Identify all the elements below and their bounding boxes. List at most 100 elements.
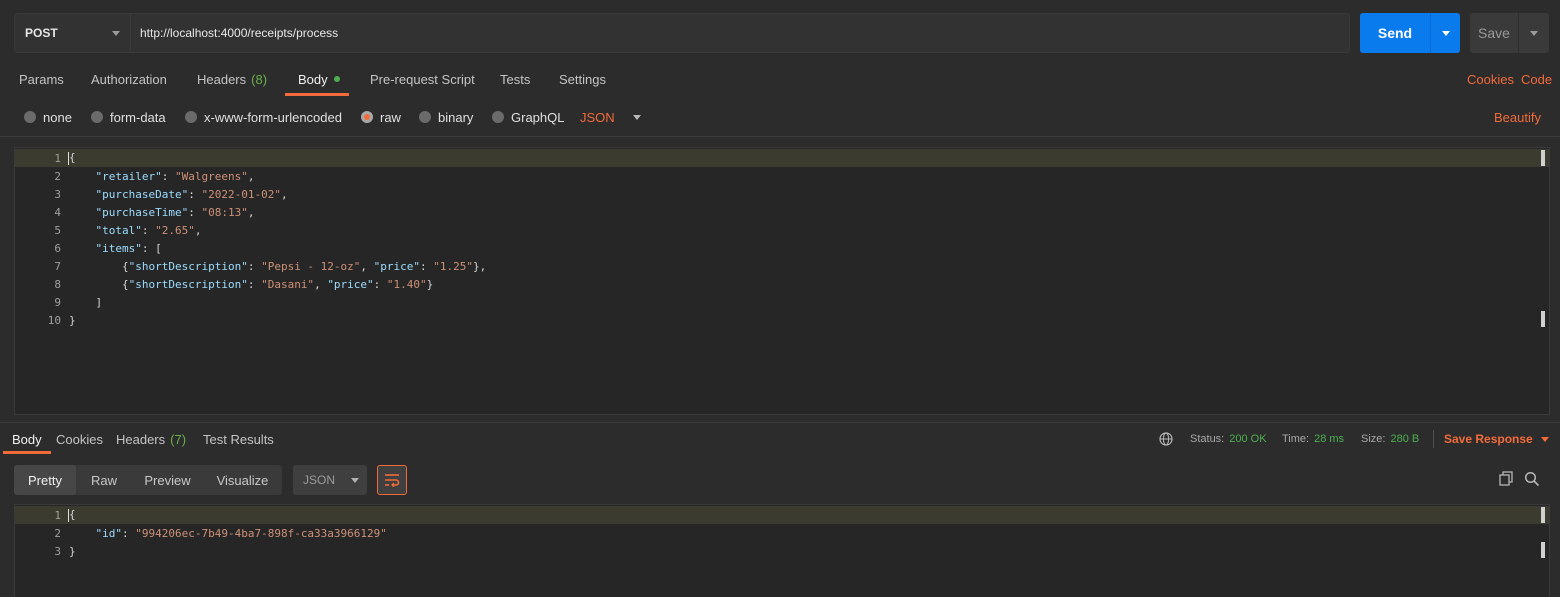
tab-params[interactable]: Params bbox=[19, 62, 64, 96]
json-key: "retailer" bbox=[95, 169, 162, 183]
headers-count: (8) bbox=[251, 71, 268, 87]
wrap-lines-icon bbox=[385, 474, 400, 487]
json-key: "shortDescription" bbox=[128, 277, 248, 291]
line-number: 5 bbox=[54, 223, 61, 237]
radio-selected-icon bbox=[361, 111, 373, 123]
line-number: 6 bbox=[54, 241, 61, 255]
response-tab-headers-label: Headers bbox=[116, 431, 166, 447]
response-view-modes: Pretty Raw Preview Visualize bbox=[14, 465, 282, 495]
radio-graphql-label: GraphQL bbox=[511, 109, 565, 125]
radio-form-data[interactable]: form-data bbox=[91, 103, 166, 131]
line-number: 9 bbox=[54, 295, 61, 309]
save-response-button[interactable]: Save Response bbox=[1444, 424, 1549, 454]
view-visualize-button[interactable]: Visualize bbox=[203, 465, 282, 495]
line-number: 8 bbox=[54, 277, 61, 291]
chevron-down-icon bbox=[112, 30, 120, 36]
code-line: { bbox=[68, 151, 76, 165]
modified-dot-icon bbox=[333, 76, 340, 82]
response-tab-headers[interactable]: Headers (7) bbox=[116, 424, 186, 454]
json-value: "Walgreens" bbox=[174, 169, 248, 183]
json-key: "price" bbox=[327, 277, 374, 291]
radio-circle-icon bbox=[24, 111, 36, 123]
tab-headers[interactable]: Headers (8) bbox=[197, 62, 267, 96]
tab-settings[interactable]: Settings bbox=[559, 62, 606, 96]
radio-circle-icon bbox=[492, 111, 504, 123]
radio-circle-icon bbox=[91, 111, 103, 123]
response-tab-cookies[interactable]: Cookies bbox=[56, 424, 103, 454]
tab-prerequest-script[interactable]: Pre-request Script bbox=[370, 62, 475, 96]
status-value: 200 OK bbox=[1229, 433, 1267, 445]
code-line: "purchaseDate": "2022-01-02", bbox=[95, 187, 288, 201]
code-line: "purchaseTime": "08:13", bbox=[95, 205, 255, 219]
scrollbar-thumb[interactable] bbox=[1541, 150, 1545, 166]
line-number: 3 bbox=[54, 544, 61, 558]
time-label: Time: bbox=[1282, 433, 1310, 445]
code-line: "items": [ bbox=[95, 241, 162, 255]
body-type-options: none form-data x-www-form-urlencoded raw… bbox=[0, 103, 1560, 131]
beautify-button[interactable]: Beautify bbox=[1494, 103, 1541, 131]
radio-none[interactable]: none bbox=[24, 103, 72, 131]
json-key: "purchaseTime" bbox=[95, 205, 189, 219]
time-value: 28 ms bbox=[1314, 433, 1345, 445]
request-body-editor[interactable]: 1 { 2 "retailer": "Walgreens", 3 "purchas… bbox=[14, 147, 1550, 415]
tab-headers-label: Headers bbox=[197, 71, 247, 87]
response-headers-count: (7) bbox=[170, 431, 187, 447]
send-button[interactable]: Send bbox=[1360, 13, 1430, 53]
radio-none-label: none bbox=[43, 109, 72, 125]
chevron-down-icon bbox=[632, 114, 641, 120]
radio-raw[interactable]: raw bbox=[361, 103, 401, 131]
json-key: "price" bbox=[373, 259, 421, 273]
response-tab-body[interactable]: Body bbox=[3, 424, 51, 454]
url-input[interactable]: http://localhost:4000/receipts/process bbox=[131, 14, 1349, 52]
json-value: "2.65" bbox=[155, 223, 195, 237]
line-number: 2 bbox=[54, 526, 61, 540]
radio-graphql[interactable]: GraphQL bbox=[492, 103, 564, 131]
json-value: "Dasani" bbox=[261, 277, 315, 291]
response-body-viewer[interactable]: 1 { 2 "id": "994206ec-7b49-4ba7-898f-ca33… bbox=[14, 504, 1550, 597]
text-cursor bbox=[68, 151, 69, 165]
tab-body-label: Body bbox=[298, 71, 328, 87]
response-format-label: JSON bbox=[303, 473, 336, 487]
view-raw-button[interactable]: Raw bbox=[76, 465, 132, 495]
body-format-label: JSON bbox=[580, 109, 615, 125]
body-format-select[interactable]: JSON bbox=[580, 103, 641, 131]
json-value: "1.40" bbox=[386, 277, 427, 291]
response-time: Time: 28 ms bbox=[1282, 424, 1344, 454]
json-key: "id" bbox=[95, 526, 123, 540]
cookies-link[interactable]: Cookies bbox=[1467, 62, 1514, 96]
scrollbar-thumb[interactable] bbox=[1541, 507, 1545, 523]
code-line: { bbox=[68, 508, 76, 522]
radio-binary[interactable]: binary bbox=[419, 103, 473, 131]
method-select[interactable]: POST bbox=[15, 14, 131, 52]
save-button[interactable]: Save bbox=[1470, 13, 1518, 53]
response-tab-test-results[interactable]: Test Results bbox=[203, 424, 274, 454]
chevron-down-icon bbox=[1530, 30, 1538, 36]
wrap-lines-button[interactable] bbox=[377, 465, 407, 495]
code-link[interactable]: Code bbox=[1521, 62, 1552, 96]
tab-tests[interactable]: Tests bbox=[500, 62, 530, 96]
response-format-select[interactable]: JSON bbox=[293, 465, 367, 495]
radio-urlencoded[interactable]: x-www-form-urlencoded bbox=[185, 103, 342, 131]
send-options-button[interactable] bbox=[1430, 13, 1460, 53]
line-number: 1 bbox=[54, 151, 61, 165]
code-line: ] bbox=[69, 295, 103, 309]
request-url-bar: POST http://localhost:4000/receipts/proc… bbox=[14, 13, 1350, 53]
tab-body[interactable]: Body bbox=[285, 62, 349, 96]
copy-icon[interactable] bbox=[1498, 471, 1514, 487]
globe-icon[interactable] bbox=[1159, 432, 1173, 446]
save-options-button[interactable] bbox=[1518, 13, 1549, 53]
view-pretty-button[interactable]: Pretty bbox=[14, 465, 76, 495]
response-size: Size: 280 B bbox=[1361, 424, 1419, 454]
json-value: "994206ec-7b49-4ba7-898f-ca33a3966129" bbox=[135, 526, 387, 540]
tab-authorization[interactable]: Authorization bbox=[91, 62, 167, 96]
search-icon[interactable] bbox=[1524, 471, 1540, 487]
radio-form-data-label: form-data bbox=[110, 109, 166, 125]
line-number: 2 bbox=[54, 169, 61, 183]
view-preview-button[interactable]: Preview bbox=[132, 465, 203, 495]
radio-binary-label: binary bbox=[438, 109, 474, 125]
scrollbar-marker bbox=[1541, 311, 1545, 327]
divider bbox=[1433, 430, 1434, 448]
json-value: "08:13" bbox=[201, 205, 248, 219]
text-cursor bbox=[68, 508, 69, 522]
save-button-group: Save bbox=[1470, 13, 1549, 53]
